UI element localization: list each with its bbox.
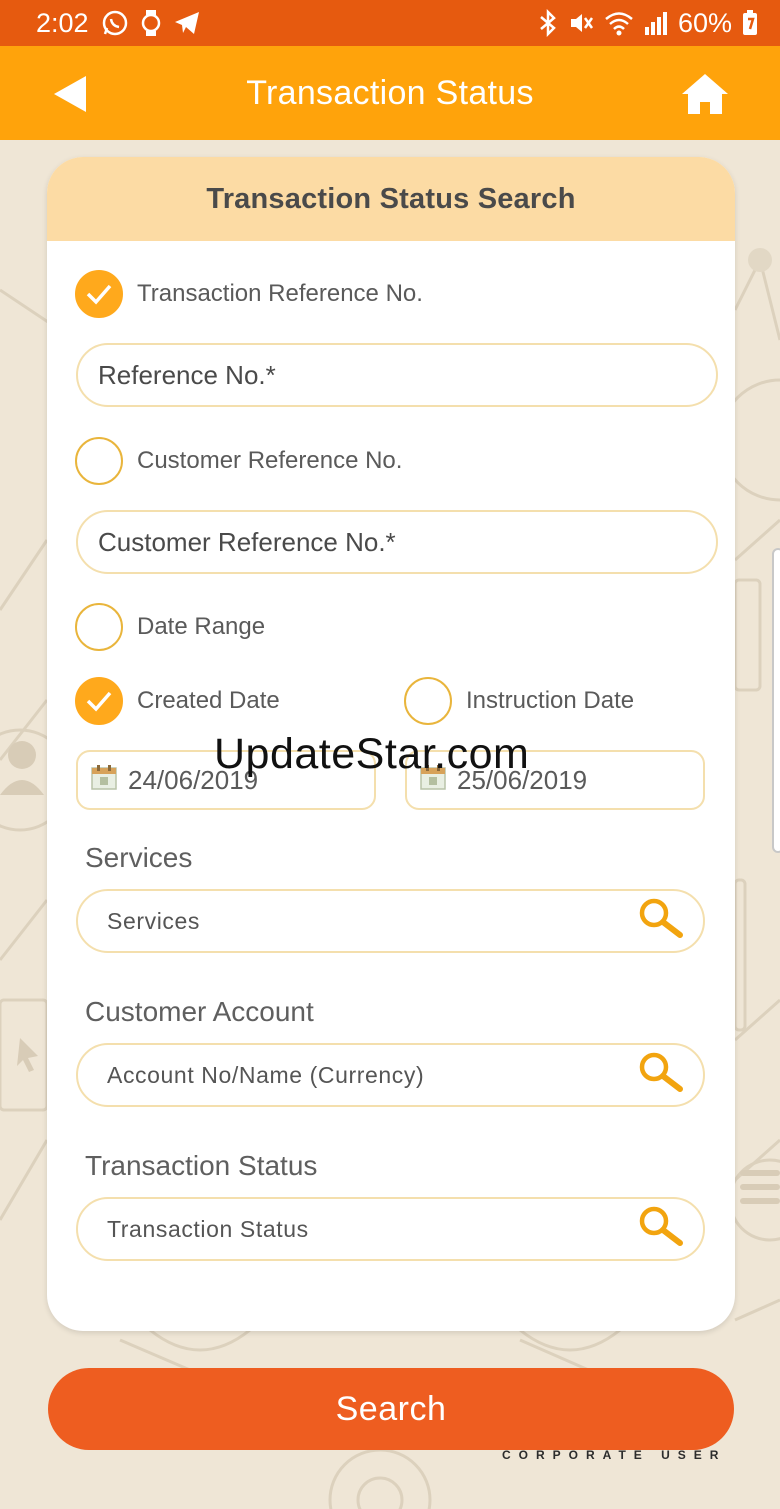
watermark: UpdateStar.com — [214, 730, 530, 778]
search-button[interactable]: Search — [48, 1368, 734, 1450]
telegram-icon — [173, 10, 201, 36]
customer-account-placeholder: Account No/Name (Currency) — [107, 1061, 425, 1088]
home-icon[interactable] — [680, 72, 730, 116]
transaction-status-placeholder: Transaction Status — [107, 1215, 309, 1242]
radio-label: Customer Reference No. — [137, 447, 403, 474]
radio-checked-icon — [75, 270, 123, 318]
customer-reference-placeholder: Customer Reference No.* — [98, 526, 396, 557]
reference-no-placeholder: Reference No.* — [98, 359, 276, 390]
customer-account-field[interactable]: Account No/Name (Currency) — [76, 1043, 705, 1107]
radio-label: Instruction Date — [466, 687, 635, 714]
watch-icon — [139, 9, 163, 37]
mute-icon — [568, 10, 594, 36]
app-header: Transaction Status — [0, 46, 780, 140]
card-title: Transaction Status Search — [206, 182, 576, 215]
search-icon[interactable] — [637, 1205, 685, 1253]
side-panel-handle[interactable] — [772, 548, 780, 853]
radio-unchecked-icon — [75, 603, 123, 651]
radio-date-range[interactable]: Date Range — [75, 603, 265, 651]
radio-label: Created Date — [137, 687, 280, 714]
page-title: Transaction Status — [246, 73, 534, 112]
radio-checked-icon — [75, 677, 123, 725]
whatsapp-icon — [101, 9, 129, 37]
battery-icon — [742, 10, 758, 36]
services-label: Services — [85, 842, 193, 873]
radio-transaction-reference[interactable]: Transaction Reference No. — [75, 270, 423, 318]
back-arrow-icon[interactable] — [50, 76, 90, 112]
services-field[interactable]: Services — [76, 889, 705, 953]
radio-unchecked-icon — [404, 677, 452, 725]
customer-reference-input[interactable]: Customer Reference No.* — [76, 510, 718, 574]
search-icon[interactable] — [637, 897, 685, 945]
calendar-icon — [90, 763, 118, 798]
radio-unchecked-icon — [75, 437, 123, 485]
reference-no-input[interactable]: Reference No.* — [76, 343, 718, 407]
radio-customer-reference[interactable]: Customer Reference No. — [75, 437, 402, 485]
battery-percent: 60% — [677, 7, 732, 38]
radio-created-date[interactable]: Created Date — [75, 677, 280, 725]
radio-label: Date Range — [137, 613, 266, 640]
services-placeholder: Services — [107, 907, 200, 934]
status-time: 2:02 — [36, 7, 89, 38]
customer-account-label: Customer Account — [85, 996, 314, 1027]
status-bar: 2:02 60% — [0, 0, 780, 46]
search-icon[interactable] — [637, 1051, 685, 1099]
radio-label: Transaction Reference No. — [137, 280, 423, 307]
card-header: Transaction Status Search — [47, 157, 735, 241]
transaction-status-label: Transaction Status — [85, 1150, 318, 1181]
transaction-status-field[interactable]: Transaction Status — [76, 1197, 705, 1261]
signal-icon — [644, 11, 668, 35]
corporate-user-tag: CORPORATE USER — [502, 1448, 727, 1462]
wifi-icon — [604, 10, 634, 36]
radio-instruction-date[interactable]: Instruction Date — [404, 677, 634, 725]
bluetooth-icon — [538, 9, 558, 37]
